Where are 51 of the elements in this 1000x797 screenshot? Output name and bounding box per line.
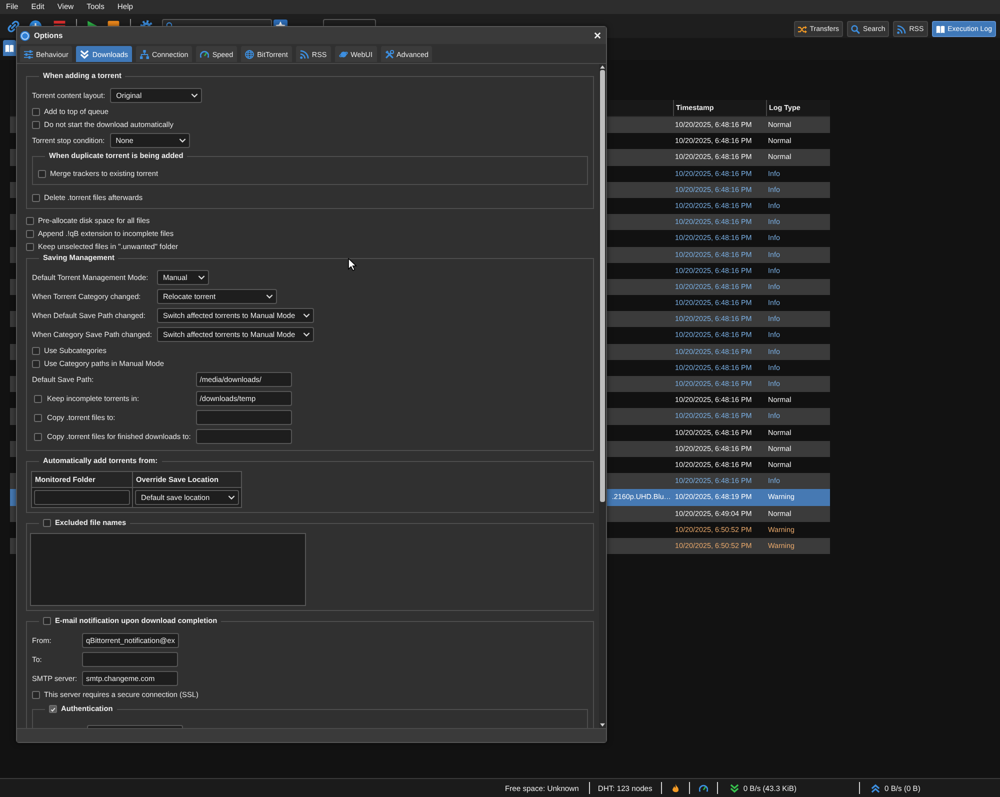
checkbox[interactable] <box>32 346 40 354</box>
checkbox[interactable] <box>34 432 42 440</box>
checkbox[interactable] <box>43 617 51 625</box>
book-icon <box>936 24 945 34</box>
checkbox[interactable] <box>38 170 46 178</box>
checkbox[interactable] <box>32 194 40 202</box>
sliders-icon <box>24 50 33 58</box>
checkbox[interactable] <box>26 230 34 238</box>
caret-icon <box>228 495 235 500</box>
checkbox[interactable] <box>43 519 51 527</box>
rss-icon <box>300 50 309 58</box>
checkbox[interactable] <box>26 242 34 250</box>
checkbox[interactable] <box>32 108 40 116</box>
globe-icon <box>245 50 254 58</box>
caret-icon <box>178 138 186 143</box>
checkbox[interactable] <box>32 690 40 698</box>
rss-icon <box>897 24 906 34</box>
app-logo-icon <box>20 30 30 40</box>
caret-icon <box>266 294 273 299</box>
planet-icon <box>338 50 348 58</box>
caret-icon <box>191 93 198 98</box>
caret-icon <box>198 275 205 280</box>
checkbox[interactable] <box>32 360 40 368</box>
caret-icon <box>303 332 310 337</box>
double-chevron-down-icon <box>730 784 740 792</box>
checkbox[interactable] <box>34 394 42 402</box>
double-chevron-up-icon <box>870 784 880 792</box>
flame-icon[interactable] <box>671 784 680 792</box>
search-icon <box>851 24 860 34</box>
caret-icon <box>303 313 310 318</box>
text-field[interactable] <box>82 652 178 667</box>
book-icon <box>5 44 14 52</box>
text-field[interactable] <box>196 410 292 425</box>
close-icon[interactable] <box>594 32 601 39</box>
shuffle-icon <box>798 24 807 34</box>
double-chevron-down-icon <box>80 50 90 58</box>
gauge-icon <box>200 50 210 58</box>
network-icon <box>140 50 149 58</box>
tools-icon <box>384 50 394 58</box>
text-area[interactable] <box>30 533 306 606</box>
text-field[interactable] <box>34 490 130 505</box>
panel-tab[interactable] <box>3 40 16 56</box>
mouse-pointer-icon <box>348 258 357 271</box>
text-field[interactable] <box>196 429 292 444</box>
checkbox[interactable] <box>26 216 34 224</box>
checkbox[interactable] <box>34 414 42 422</box>
gauge-icon[interactable] <box>699 784 708 792</box>
scrollbar-thumb[interactable] <box>600 70 605 502</box>
scrollbar-track[interactable] <box>599 64 606 728</box>
link-icon[interactable] <box>7 20 20 32</box>
checkbox[interactable] <box>32 120 40 128</box>
